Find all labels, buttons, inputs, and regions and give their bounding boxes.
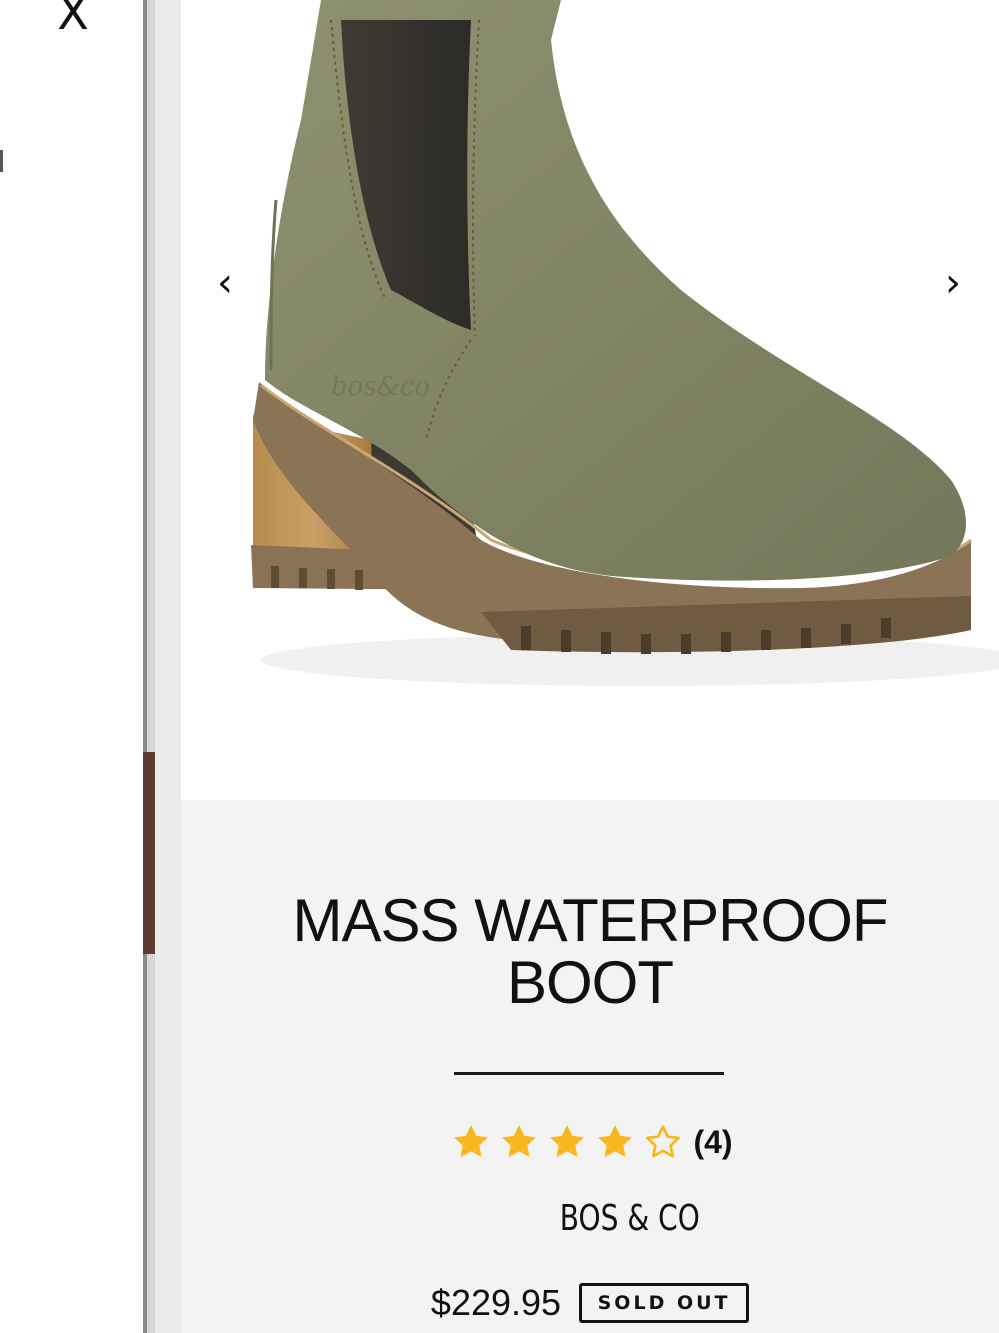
- review-count[interactable]: (4): [693, 1124, 732, 1161]
- price-row: $229.95 SOLD OUT: [181, 1282, 999, 1324]
- star-filled-icon[interactable]: [451, 1122, 491, 1162]
- title-divider: [454, 1072, 724, 1075]
- product-price: $229.95: [430, 1282, 562, 1323]
- carousel-next-button[interactable]: ›: [928, 258, 978, 308]
- product-quickview-page: X bos&co ‹ › MASS WATERPROOF BOOT (4) BO…: [0, 0, 999, 1333]
- product-rating[interactable]: (4): [181, 1122, 999, 1166]
- chevron-left-icon[interactable]: ‹: [217, 260, 233, 306]
- product-image-carousel[interactable]: bos&co: [181, 0, 999, 800]
- carousel-prev-button[interactable]: ‹: [200, 258, 250, 308]
- star-filled-icon[interactable]: [595, 1122, 635, 1162]
- close-button[interactable]: X: [48, 0, 98, 40]
- chevron-right-icon[interactable]: ›: [945, 260, 961, 306]
- close-icon[interactable]: X: [57, 0, 89, 40]
- sold-out-badge: SOLD OUT: [579, 1283, 750, 1323]
- star-filled-icon[interactable]: [547, 1122, 587, 1162]
- svg-text:bos&co: bos&co: [331, 372, 430, 402]
- left-edge-fragment: [0, 150, 3, 172]
- product-title-line2: BOOT: [506, 949, 674, 1016]
- product-brand[interactable]: BOS & CO: [311, 1198, 949, 1239]
- panel-gutter: [155, 0, 181, 1333]
- scrollbar-edge: [143, 0, 147, 1333]
- star-empty-icon[interactable]: [643, 1122, 683, 1162]
- product-image-boot: bos&co: [251, 0, 999, 686]
- product-title: MASS WATERPROOF BOOT: [181, 890, 999, 1014]
- product-title-line1: MASS WATERPROOF: [292, 887, 888, 954]
- scrollbar-thumb[interactable]: [143, 752, 155, 954]
- star-filled-icon[interactable]: [499, 1122, 539, 1162]
